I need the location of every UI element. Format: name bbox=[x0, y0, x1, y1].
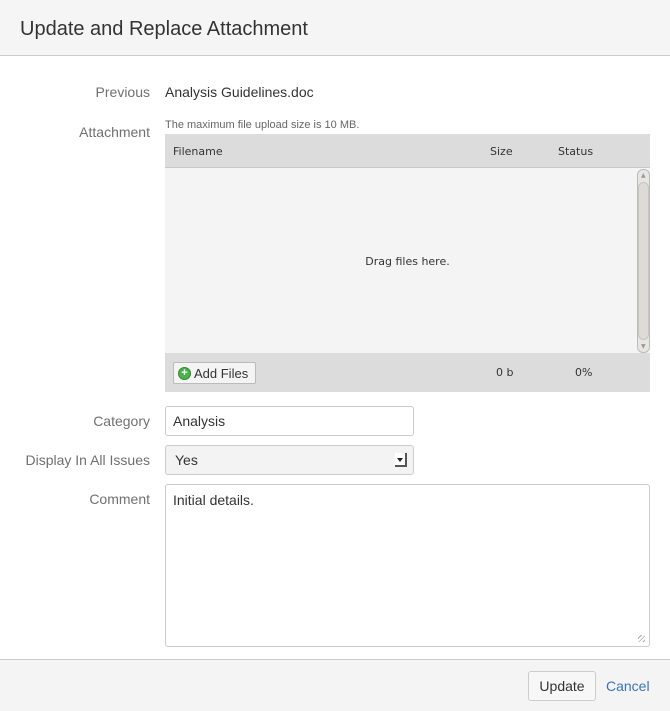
cancel-link[interactable]: Cancel bbox=[606, 678, 650, 694]
comment-textarea[interactable]: Initial details. bbox=[165, 484, 650, 647]
category-input[interactable]: Analysis bbox=[165, 406, 414, 436]
display-select[interactable]: Yes bbox=[165, 445, 414, 475]
previous-label: Previous bbox=[95, 84, 150, 100]
attachment-label: Attachment bbox=[79, 124, 150, 140]
display-label: Display In All Issues bbox=[25, 452, 151, 468]
col-filename: Filename bbox=[173, 145, 223, 158]
col-status: Status bbox=[558, 145, 594, 158]
add-files-button[interactable]: + Add Files bbox=[173, 362, 256, 384]
resize-grip-icon[interactable] bbox=[638, 635, 645, 642]
scrollbar-thumb[interactable] bbox=[638, 182, 649, 340]
display-value: Yes bbox=[175, 452, 198, 468]
comment-label: Comment bbox=[89, 491, 150, 507]
total-size: 0 b bbox=[496, 366, 514, 379]
dialog-header: Update and Replace Attachment bbox=[0, 0, 670, 56]
scroll-up-icon[interactable]: ▲ bbox=[641, 172, 646, 179]
drop-zone[interactable]: Drag files here. ▲ ▼ bbox=[165, 167, 650, 353]
scrollbar[interactable]: ▲ ▼ bbox=[637, 169, 650, 353]
add-files-label: Add Files bbox=[194, 366, 249, 381]
total-status: 0% bbox=[575, 366, 593, 379]
previous-value: Analysis Guidelines.doc bbox=[165, 84, 314, 100]
scroll-down-icon[interactable]: ▼ bbox=[641, 343, 646, 350]
max-size-note: The maximum file upload size is 10 MB. bbox=[165, 119, 360, 131]
update-button[interactable]: Update bbox=[528, 671, 596, 701]
plus-circle-icon: + bbox=[178, 367, 191, 380]
dialog-title: Update and Replace Attachment bbox=[20, 18, 308, 40]
category-label: Category bbox=[93, 413, 150, 429]
comment-value: Initial details. bbox=[173, 492, 254, 508]
drop-text: Drag files here. bbox=[365, 255, 450, 268]
col-size: Size bbox=[490, 145, 513, 158]
chevron-down-icon bbox=[395, 453, 407, 467]
file-uploader: Filename Size Status Drag files here. ▲ … bbox=[165, 134, 650, 392]
dialog-footer: Update Cancel bbox=[0, 659, 670, 711]
